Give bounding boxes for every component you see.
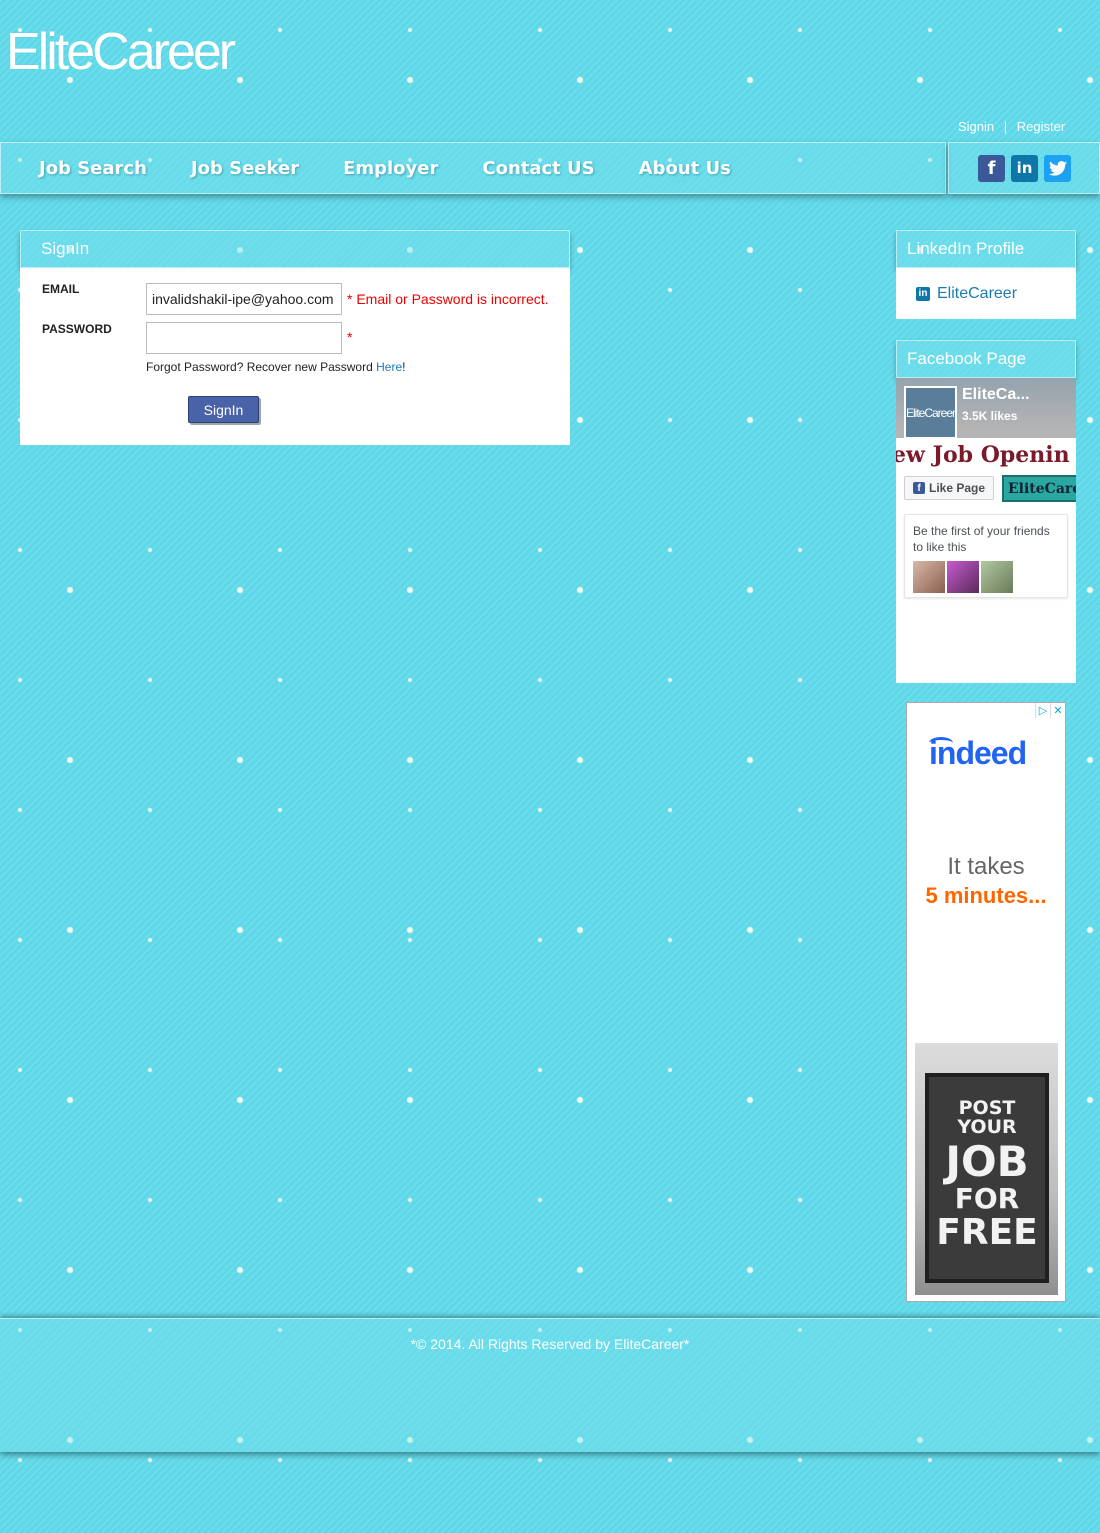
password-label: PASSWORD bbox=[42, 322, 112, 336]
social-bar: f in bbox=[948, 142, 1100, 194]
password-field[interactable] bbox=[146, 322, 342, 354]
forgot-password-text: Forgot Password? Recover new Password He… bbox=[146, 360, 405, 374]
ad-board-line: FOR bbox=[954, 1182, 1020, 1215]
facebook-icon[interactable]: f bbox=[978, 154, 1005, 182]
linkedin-small-icon: in bbox=[916, 286, 930, 301]
twitter-icon[interactable] bbox=[1044, 154, 1071, 182]
forgot-password-link[interactable]: Here bbox=[376, 360, 402, 374]
facebook-like-label: Like Page bbox=[929, 481, 986, 495]
nav-job-search[interactable]: Job Search bbox=[39, 158, 147, 179]
facebook-widget: EliteCareer EliteCa... 3.5K likes ew Job… bbox=[896, 378, 1076, 683]
ad-choices: ▷ ✕ bbox=[1035, 703, 1065, 718]
adchoices-icon[interactable]: ▷ bbox=[1035, 703, 1050, 718]
ad-headline: It takes bbox=[947, 853, 1025, 880]
facebook-mini-icon: f bbox=[913, 482, 925, 494]
signin-form: EMAIL * Email or Password is incorrect. … bbox=[20, 268, 570, 445]
email-field[interactable] bbox=[146, 283, 342, 315]
email-label: EMAIL bbox=[42, 282, 80, 296]
site-logo[interactable]: EliteCareer bbox=[6, 22, 236, 82]
ad-chalkboard: POST YOUR JOB FOR FREE bbox=[925, 1073, 1049, 1283]
auth-separator: | bbox=[1003, 119, 1008, 134]
avatar[interactable] bbox=[981, 561, 1013, 593]
linkedin-panel-title: LinkedIn Profile bbox=[896, 230, 1076, 268]
close-icon[interactable]: ✕ bbox=[1050, 703, 1065, 718]
email-error: * Email or Password is incorrect. bbox=[347, 291, 549, 307]
main-nav: Job Search Job Seeker Employer Contact U… bbox=[0, 142, 946, 194]
facebook-likes-count: 3.5K likes bbox=[962, 409, 1018, 423]
ad-board-line: POST YOUR bbox=[957, 1097, 1017, 1138]
password-error: * bbox=[347, 329, 353, 345]
auth-links: Signin | Register bbox=[958, 119, 1065, 134]
avatar[interactable] bbox=[947, 561, 979, 593]
nav-job-seeker[interactable]: Job Seeker bbox=[191, 158, 299, 179]
forgot-password-prefix: Forgot Password? Recover new Password bbox=[146, 360, 377, 374]
facebook-page-thumbnail[interactable]: EliteCareer bbox=[904, 386, 957, 439]
forgot-password-suffix: ! bbox=[402, 360, 406, 374]
signin-panel: SignIn EMAIL * Email or Password is inco… bbox=[20, 230, 570, 445]
facebook-friends-box: Be the first of your friends to like thi… bbox=[904, 514, 1068, 598]
facebook-like-button[interactable]: f Like Page bbox=[904, 476, 995, 500]
register-link[interactable]: Register bbox=[1017, 119, 1065, 134]
signin-panel-title: SignIn bbox=[20, 230, 570, 268]
ad-board-line: JOB bbox=[945, 1137, 1029, 1186]
facebook-cover-banner: ew Job Openin bbox=[896, 442, 1070, 468]
indeed-logo: indeed bbox=[929, 735, 1027, 771]
footer-copyright: *© 2014. All Rights Reserved by EliteCar… bbox=[410, 1336, 690, 1352]
facebook-page-name[interactable]: EliteCa... bbox=[962, 386, 1030, 404]
linkedin-panel-body: in EliteCareer bbox=[896, 268, 1076, 319]
facebook-mini-logo: EliteCareer bbox=[1002, 475, 1076, 502]
facebook-panel: Facebook Page EliteCareer EliteCa... 3.5… bbox=[896, 340, 1076, 683]
nav-contact-us[interactable]: Contact US bbox=[482, 158, 594, 179]
nav-employer[interactable]: Employer bbox=[343, 158, 438, 179]
ad-board-line: FREE bbox=[936, 1212, 1038, 1253]
linkedin-profile-link[interactable]: EliteCareer bbox=[937, 285, 1017, 303]
friend-avatars bbox=[913, 561, 1059, 593]
signin-link[interactable]: Signin bbox=[958, 119, 994, 134]
nav-about-us[interactable]: About Us bbox=[639, 158, 731, 179]
avatar[interactable] bbox=[913, 561, 945, 593]
facebook-panel-title: Facebook Page bbox=[896, 340, 1076, 378]
ad-highlight: 5 minutes... bbox=[925, 883, 1047, 908]
linkedin-icon[interactable]: in bbox=[1011, 154, 1038, 182]
facebook-friends-text: Be the first of your friends to like thi… bbox=[913, 524, 1050, 554]
signin-button[interactable]: SignIn bbox=[188, 396, 259, 423]
indeed-ad[interactable]: ▷ ✕ indeed It takes 5 minutes... POST YO… bbox=[906, 702, 1066, 1302]
linkedin-panel: LinkedIn Profile in EliteCareer bbox=[896, 230, 1076, 319]
ad-image: POST YOUR JOB FOR FREE bbox=[915, 1043, 1058, 1295]
